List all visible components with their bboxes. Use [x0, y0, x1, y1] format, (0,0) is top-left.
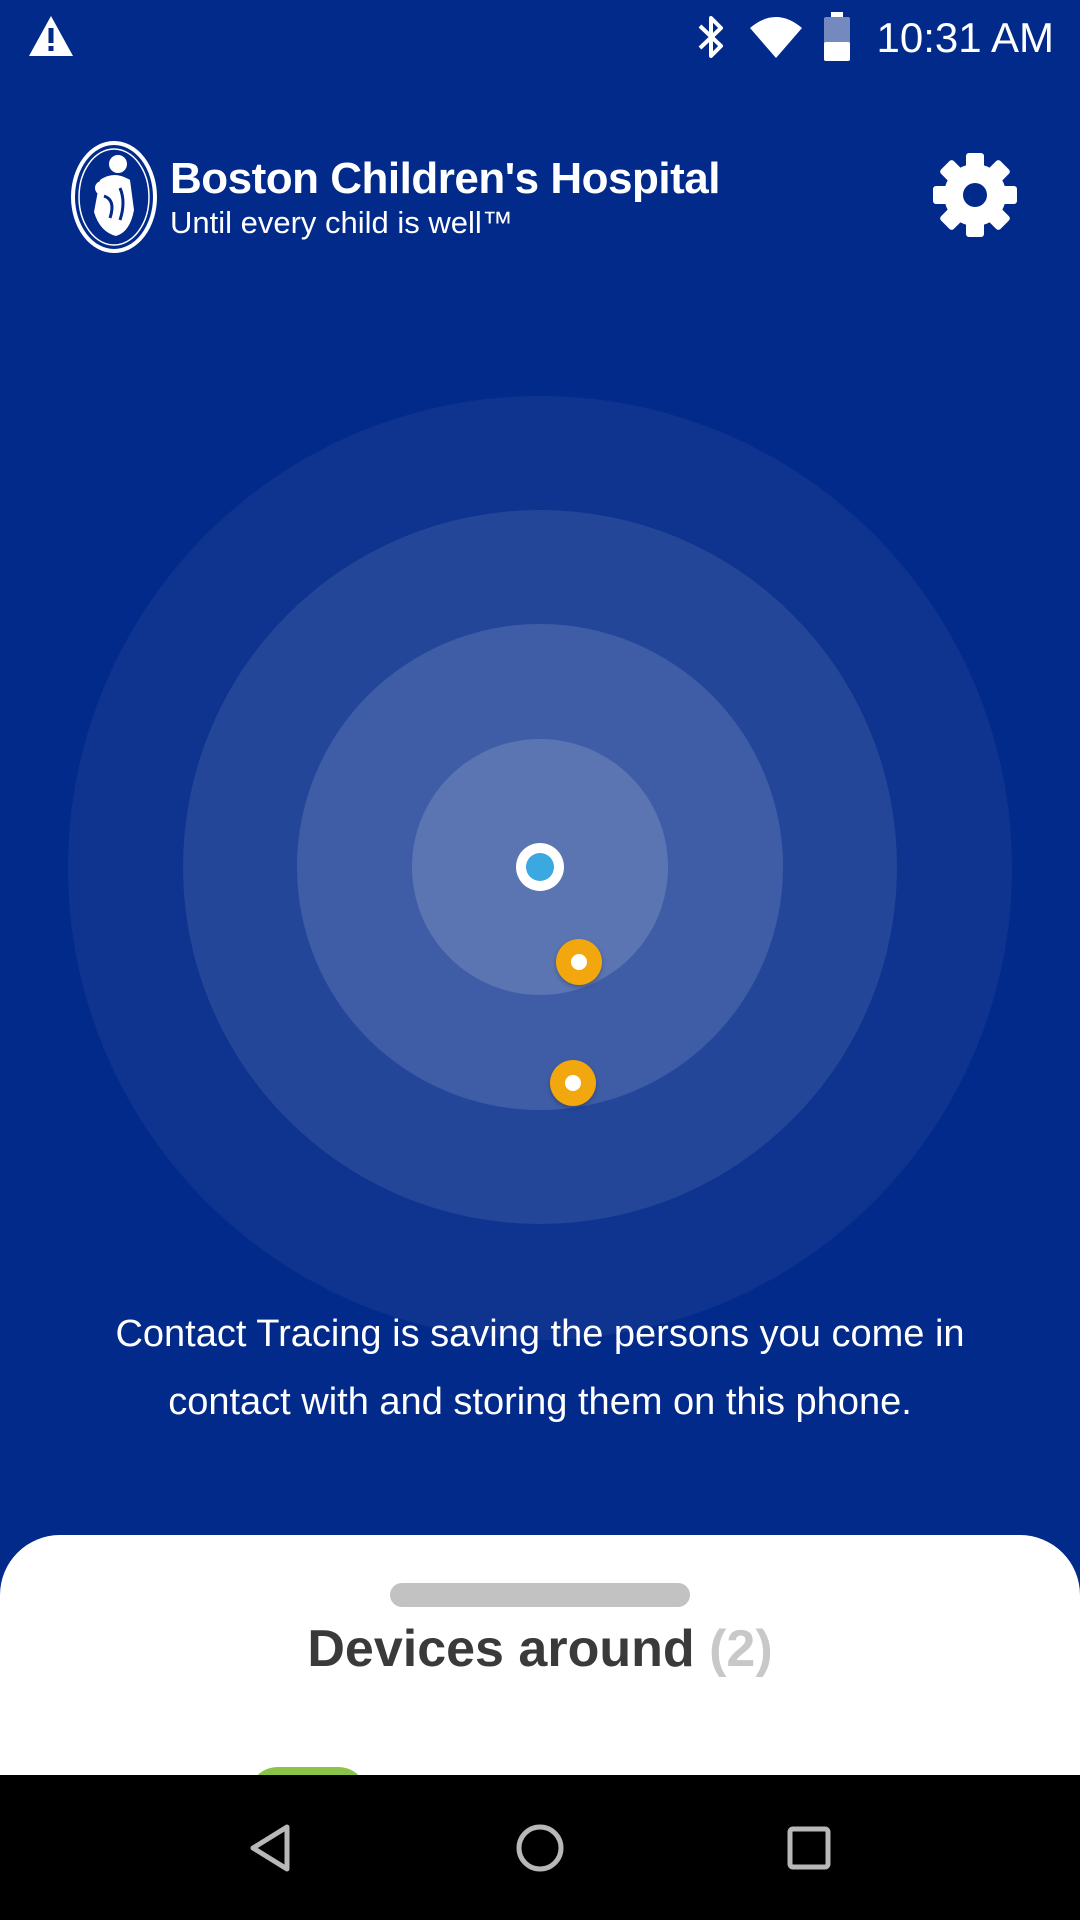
wifi-icon — [748, 14, 804, 64]
gear-icon — [930, 153, 1020, 244]
radar-ring-3 — [183, 510, 897, 1224]
devices-around-label: Devices around — [307, 1620, 695, 1678]
status-time: 10:31 AM — [876, 14, 1054, 61]
contact-tracing-info: Contact Tracing is saving the persons yo… — [115, 1313, 965, 1423]
app-header: Boston Children's Hospital Until every c… — [0, 130, 1080, 270]
devices-count: (2) — [709, 1620, 773, 1678]
status-bar: 10:31 AM — [0, 0, 1080, 75]
device-list-item[interactable] — [248, 1767, 368, 1775]
recents-button[interactable] — [774, 1813, 844, 1883]
back-button[interactable] — [235, 1813, 305, 1883]
brand-name: Boston Children's Hospital — [170, 154, 720, 203]
nearby-device-dot[interactable] — [550, 1060, 596, 1106]
brand-tagline: Until every child is well™ — [170, 205, 513, 240]
bluetooth-icon — [694, 14, 728, 64]
back-icon — [235, 1824, 305, 1887]
hospital-logo-icon — [70, 140, 158, 258]
devices-around-title: Devices around (2) — [0, 1619, 1080, 1679]
radar-ring-outer — [68, 396, 1012, 1340]
radar-ring-2 — [297, 624, 783, 1110]
devices-bottom-sheet[interactable]: Devices around (2) — [0, 1535, 1080, 1775]
recents-icon — [774, 1826, 844, 1887]
settings-button[interactable] — [930, 150, 1020, 240]
home-icon — [505, 1824, 575, 1887]
self-location-dot — [516, 843, 564, 891]
battery-icon — [822, 12, 852, 66]
navigation-bar — [0, 1775, 1080, 1920]
radar-ring-inner — [412, 739, 668, 995]
nearby-device-dot[interactable] — [556, 939, 602, 985]
sheet-drag-handle[interactable] — [390, 1583, 690, 1607]
home-button[interactable] — [505, 1813, 575, 1883]
warning-icon — [28, 14, 74, 62]
